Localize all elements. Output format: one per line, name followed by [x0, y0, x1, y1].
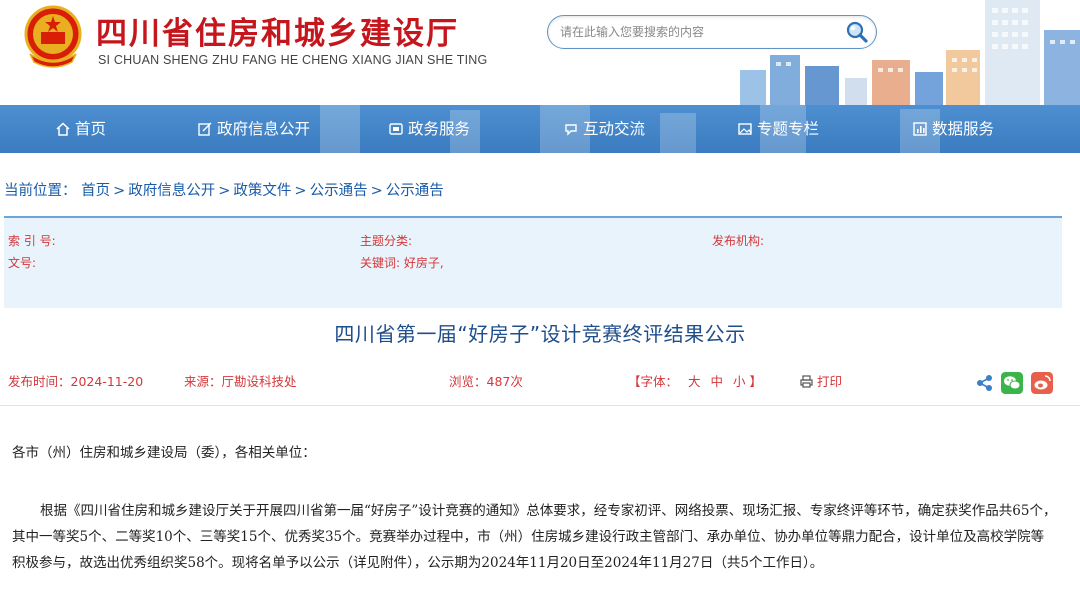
breadcrumb-separator: >: [370, 183, 383, 199]
nav-item-data[interactable]: 数据服务: [913, 105, 994, 153]
nav-item-label: 政务服务: [408, 120, 471, 138]
document-meta-box: 索 引 号: 主题分类: 发布机构: 文号: 关键词: 好房子,: [4, 216, 1062, 308]
font-size-end: 】: [749, 374, 763, 389]
article-title: 四川省第一届“好房子”设计竞赛终评结果公示: [334, 322, 746, 346]
meta-topic: 主题分类:: [360, 232, 412, 249]
city-skyline-illustration: [740, 0, 1080, 105]
breadcrumb-separator: >: [113, 183, 126, 199]
print-label: 打印: [816, 374, 842, 389]
interaction-icon: [565, 124, 577, 136]
meta-keyword-value: 好房子,: [403, 256, 444, 270]
font-size-label: 【字体：: [628, 374, 679, 389]
share-icon[interactable]: [974, 372, 996, 394]
nav-item-label: 政府信息公开: [217, 120, 311, 138]
nav-item-label: 数据服务: [932, 120, 995, 138]
nav-item-topics[interactable]: 专题专栏: [738, 105, 819, 153]
font-size-control: 【字体： 大 中 小 】: [628, 371, 762, 390]
site-title[interactable]: 四川省住房和城乡建设厅: [96, 8, 459, 53]
meta-keyword-label: 关键词:: [360, 256, 401, 270]
meta-index: 索 引 号:: [8, 232, 56, 249]
nav-item-gov-service[interactable]: 政务服务: [389, 105, 470, 153]
view-count: 浏览：487次: [449, 374, 523, 389]
breadcrumb-item-home[interactable]: 首页: [81, 183, 110, 199]
breadcrumb-label: 当前位置：: [4, 183, 77, 199]
edit-icon: [198, 122, 212, 136]
breadcrumb-item-notices[interactable]: 公示通告: [310, 183, 368, 199]
image-icon: [738, 123, 752, 135]
breadcrumb-item-gov-info[interactable]: 政府信息公开: [128, 183, 215, 199]
wechat-icon[interactable]: [1001, 372, 1023, 394]
font-size-large[interactable]: 大: [688, 374, 701, 389]
article-source: 来源：厅勘设科技处: [184, 374, 297, 389]
article-info-bar: 发布时间：2024-11-20 来源：厅勘设科技处 浏览：487次 【字体： 大…: [0, 371, 1080, 391]
meta-topic-label: 主题分类:: [360, 234, 413, 248]
font-size-medium[interactable]: 中: [711, 374, 724, 389]
nav-item-home[interactable]: 首页: [56, 105, 106, 153]
breadcrumb-item-policy[interactable]: 政策文件: [233, 183, 291, 199]
weibo-icon[interactable]: [1031, 372, 1053, 394]
meta-org-label: 发布机构:: [712, 234, 765, 248]
meta-index-label: 索 引 号:: [8, 234, 56, 248]
nav-item-label: 专题专栏: [757, 120, 820, 138]
nav-item-gov-info[interactable]: 政府信息公开: [198, 105, 310, 153]
nav-item-label: 互动交流: [583, 120, 646, 138]
print-button[interactable]: 打印: [800, 371, 842, 390]
breadcrumb-item-notices-current[interactable]: 公示通告: [386, 183, 444, 199]
meta-org: 发布机构:: [712, 232, 764, 249]
site-subtitle: SI CHUAN SHENG ZHU FANG HE CHENG XIANG J…: [98, 53, 488, 67]
meta-doc-number: 文号:: [8, 254, 36, 271]
content-divider: [0, 405, 1080, 406]
national-emblem-icon: [24, 5, 82, 68]
main-navigation: 首页 政府信息公开 政务服务 互动交流 专题专栏 数据服务: [0, 105, 1080, 153]
article-greeting: 各市（州）住房和城乡建设局（委），各相关单位：: [12, 445, 316, 461]
article-paragraph: 根据《四川省住房和城乡建设厅关于开展四川省第一届“好房子”设计竞赛的通知》总体要…: [12, 503, 1057, 571]
publish-time: 发布时间：2024-11-20: [8, 374, 144, 389]
nav-item-label: 首页: [75, 120, 107, 138]
breadcrumb-separator: >: [294, 183, 307, 199]
nav-item-interaction[interactable]: 互动交流: [564, 105, 645, 153]
site-header: 四川省住房和城乡建设厅 SI CHUAN SHENG ZHU FANG HE C…: [0, 0, 1080, 105]
data-icon: [913, 122, 927, 136]
breadcrumb: 当前位置： 首页 > 政府信息公开 > 政策文件 > 公示通告 > 公示通告: [4, 179, 444, 200]
printer-icon: [800, 375, 813, 388]
font-size-small[interactable]: 小: [733, 374, 746, 389]
breadcrumb-separator: >: [218, 183, 231, 199]
service-icon: [389, 123, 403, 135]
home-icon: [56, 122, 70, 136]
meta-doc-label: 文号:: [8, 256, 37, 270]
meta-keyword: 关键词: 好房子,: [360, 254, 444, 271]
